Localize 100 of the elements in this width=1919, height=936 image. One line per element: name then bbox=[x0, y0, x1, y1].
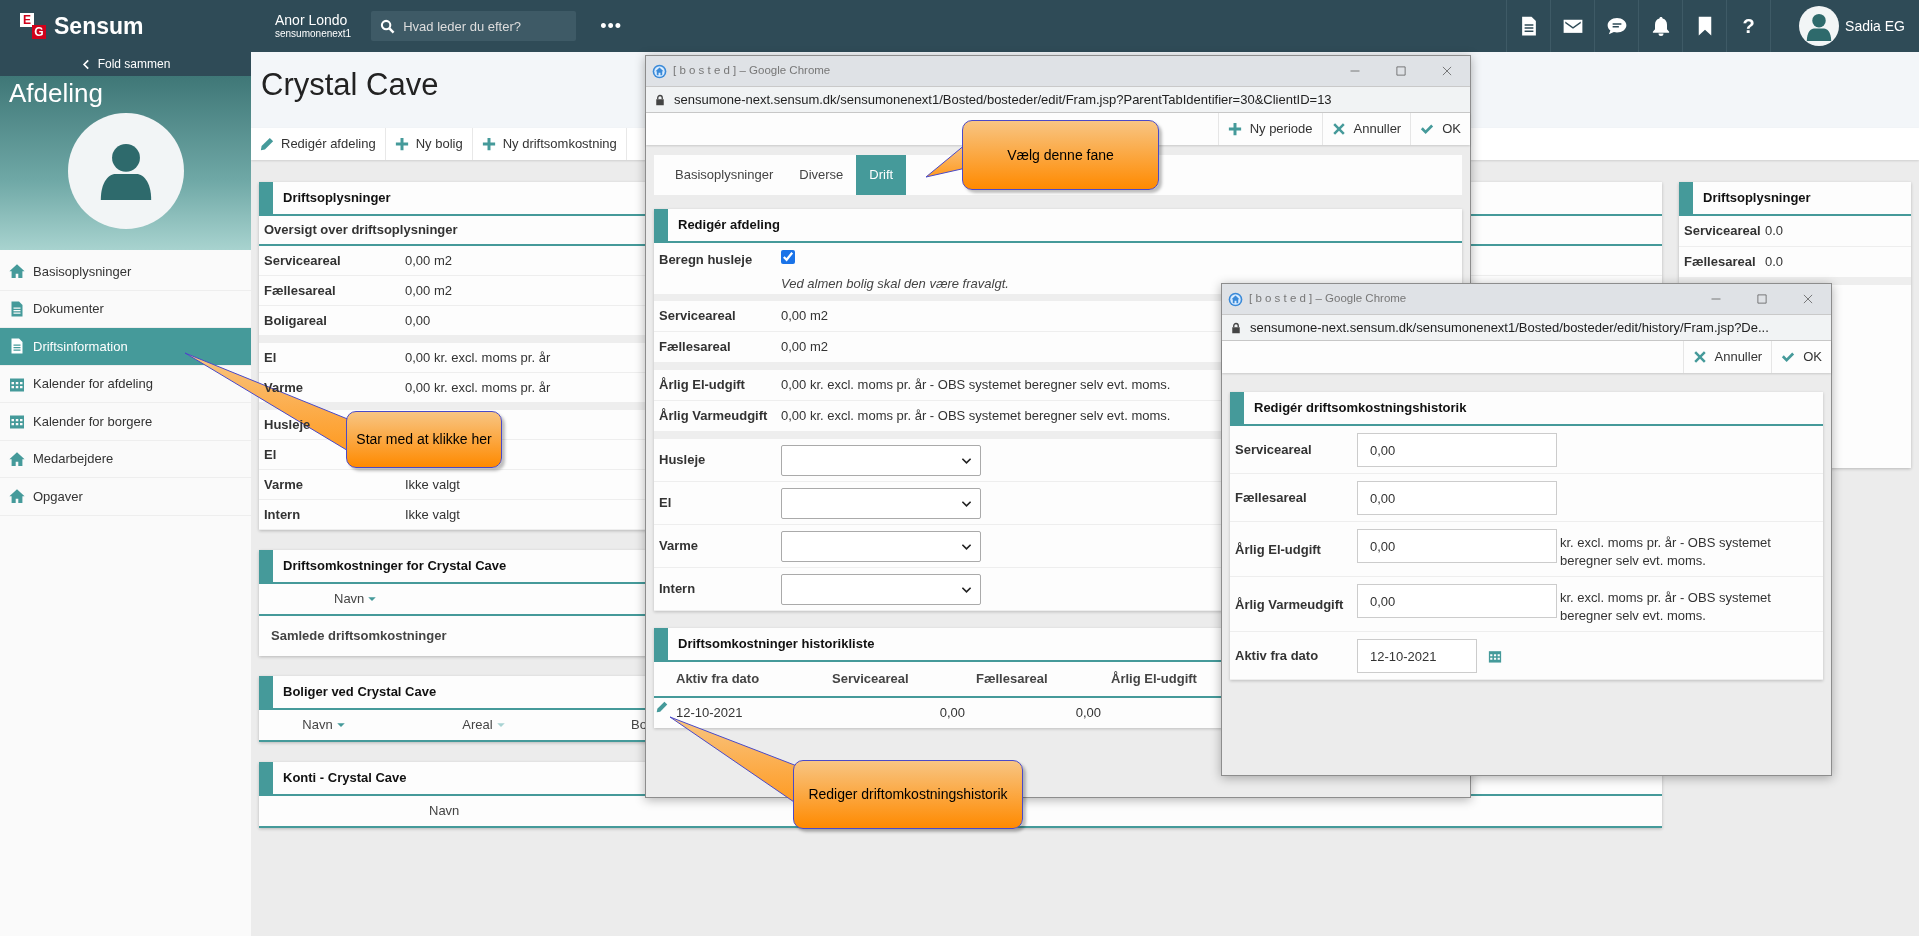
select-field[interactable] bbox=[781, 530, 981, 562]
lock-icon bbox=[654, 93, 666, 106]
select-field[interactable] bbox=[781, 487, 981, 519]
field-label: Serviceareal bbox=[658, 307, 737, 326]
address-bar-url: sensumone-next.sensum.dk/sensumonenext1/Bosted/bosteder/edit/history/Fram.jsp?De... bbox=[1250, 318, 1769, 337]
logo-letter: E bbox=[20, 13, 34, 27]
brand-name: Sensum bbox=[54, 11, 144, 41]
column-header[interactable]: Navn bbox=[334, 589, 378, 609]
sidebar-item[interactable]: Kalender for borgere bbox=[0, 403, 251, 441]
more-button[interactable]: ••• bbox=[594, 11, 629, 41]
add-button[interactable]: Ny driftsomkostning bbox=[472, 128, 627, 160]
location-name: Anor Londo bbox=[275, 12, 349, 28]
ok-button[interactable]: OK bbox=[1410, 113, 1470, 145]
window-title: [ b o s t e d ] – Google Chrome bbox=[673, 63, 831, 79]
column-header: Navn bbox=[429, 802, 460, 821]
edit-button[interactable]: Redigér afdeling bbox=[251, 128, 386, 160]
table-cell-text: Samlede driftsomkostninger bbox=[271, 627, 447, 646]
sidebar-item[interactable]: Medarbejdere bbox=[0, 440, 251, 478]
home-icon bbox=[9, 450, 25, 467]
cancel-button[interactable]: Annuller bbox=[1321, 113, 1411, 145]
field-label: Årlig Varmeudgift bbox=[1234, 595, 1345, 614]
field-label: Årlig El-udgift bbox=[658, 376, 746, 395]
field-label: Fællesareal bbox=[1683, 253, 1757, 272]
callout: Star med at klikke her bbox=[346, 411, 502, 468]
card-title: Driftsoplysninger bbox=[1679, 182, 1911, 216]
bell-icon bbox=[1650, 16, 1671, 36]
field-label: Beregn husleje bbox=[658, 251, 754, 269]
close-icon bbox=[1692, 350, 1707, 364]
field-value: 0,00 m2 bbox=[405, 281, 452, 300]
plus-icon bbox=[481, 137, 496, 151]
logo-letter: G bbox=[32, 25, 46, 39]
app-icon bbox=[652, 63, 667, 79]
field-value: 0.0 bbox=[1765, 253, 1784, 272]
field-label: Fællesareal bbox=[263, 281, 337, 300]
plus-icon bbox=[394, 137, 409, 151]
field-value: 0,00 m2 bbox=[781, 307, 828, 326]
field-value: 0,00 kr. excl. moms pr. år - OBS systemet beregner selv evt. moms. bbox=[781, 407, 1171, 426]
column-header[interactable]: Navn bbox=[302, 715, 346, 735]
field-value: 0,00 m2 bbox=[781, 338, 828, 357]
close-icon bbox=[1802, 293, 1814, 305]
field-label: El bbox=[263, 348, 278, 367]
field-value: Ikke valgt bbox=[405, 505, 460, 524]
date-field[interactable]: 12-10-2021 bbox=[1357, 639, 1477, 673]
select-field[interactable] bbox=[781, 573, 981, 605]
tenant-name: sensumonenext1 bbox=[275, 28, 352, 40]
sidebar-item[interactable]: Opgaver bbox=[0, 478, 251, 516]
ok-button[interactable]: OK bbox=[1771, 341, 1831, 373]
card-title: Redigér afdeling bbox=[654, 209, 1462, 243]
input-field[interactable]: 0,00 bbox=[1357, 433, 1557, 467]
add-button[interactable]: Ny bolig bbox=[385, 128, 473, 160]
field-label: Husleje bbox=[658, 451, 707, 470]
page-title: Crystal Cave bbox=[261, 66, 439, 104]
pencil-icon bbox=[260, 137, 274, 151]
field-value: 0,00 kr. excl. moms pr. år bbox=[405, 348, 551, 367]
close-icon bbox=[1441, 65, 1453, 77]
close-icon bbox=[1331, 122, 1346, 136]
field-value: 0.0 bbox=[1765, 222, 1784, 241]
collapse-button[interactable]: Fold sammen bbox=[80, 55, 171, 73]
add-button[interactable]: Ny periode bbox=[1217, 113, 1322, 145]
field-label: Serviceareal bbox=[1683, 222, 1762, 241]
home-icon bbox=[9, 263, 25, 280]
field-label: El bbox=[263, 445, 278, 464]
field-label: Intern bbox=[263, 505, 302, 524]
document-icon bbox=[9, 338, 25, 355]
chat-bubble-icon bbox=[1606, 16, 1627, 36]
input-field[interactable]: 0,00 bbox=[1357, 584, 1557, 618]
field-label: Årlig Varmeudgift bbox=[658, 407, 769, 426]
field-label: Varme bbox=[263, 378, 305, 397]
maximize-icon bbox=[1756, 293, 1768, 305]
field-value: 0,00 bbox=[405, 311, 431, 330]
sidebar-item[interactable]: Basisoplysninger bbox=[0, 253, 251, 291]
pencil-icon bbox=[656, 701, 668, 713]
field-label: Fællesareal bbox=[658, 338, 732, 357]
input-field[interactable]: 0,00 bbox=[1357, 529, 1557, 563]
plus-icon bbox=[1227, 122, 1242, 136]
checkmark-icon bbox=[1420, 122, 1435, 136]
address-bar-url: sensumone-next.sensum.dk/sensumonenext1/Bosted/bosteder/edit/Fram.jsp?ParentTabIdentifier=30&ClientID=13 bbox=[674, 90, 1332, 109]
checkmark-icon bbox=[1781, 350, 1796, 364]
hint-text: Ved almen bolig skal den være fravalgt. bbox=[781, 274, 1009, 293]
field-label: Fællesareal bbox=[1234, 489, 1308, 508]
column-header[interactable]: Areal bbox=[462, 715, 506, 735]
lock-icon bbox=[1230, 321, 1242, 334]
user-name: Sadia EG bbox=[1845, 16, 1905, 36]
checkbox[interactable] bbox=[781, 250, 795, 264]
select-field[interactable] bbox=[781, 444, 981, 476]
callout: Rediger driftomkostningshistorik bbox=[793, 760, 1023, 829]
calendar-icon bbox=[9, 413, 25, 430]
maximize-icon bbox=[1395, 65, 1407, 77]
field-label: Boligareal bbox=[263, 311, 328, 330]
field-label: Serviceareal bbox=[1234, 441, 1313, 460]
field-value: Ikke valgt bbox=[405, 475, 460, 494]
field-label: El bbox=[658, 494, 673, 513]
field-value: 0,00 kr. excl. moms pr. år bbox=[405, 378, 551, 397]
field-value: 0,00 kr. excl. moms pr. år - OBS systemet beregner selv evt. moms. bbox=[781, 376, 1171, 395]
section-heading: Afdeling bbox=[8, 77, 104, 110]
calendar-icon bbox=[1488, 649, 1502, 663]
search-field[interactable]: Hvad leder du efter? bbox=[371, 11, 577, 41]
cancel-button[interactable]: Annuller bbox=[1682, 341, 1772, 373]
window-title: [ b o s t e d ] – Google Chrome bbox=[1249, 291, 1407, 307]
input-field[interactable]: 0,00 bbox=[1357, 481, 1557, 515]
